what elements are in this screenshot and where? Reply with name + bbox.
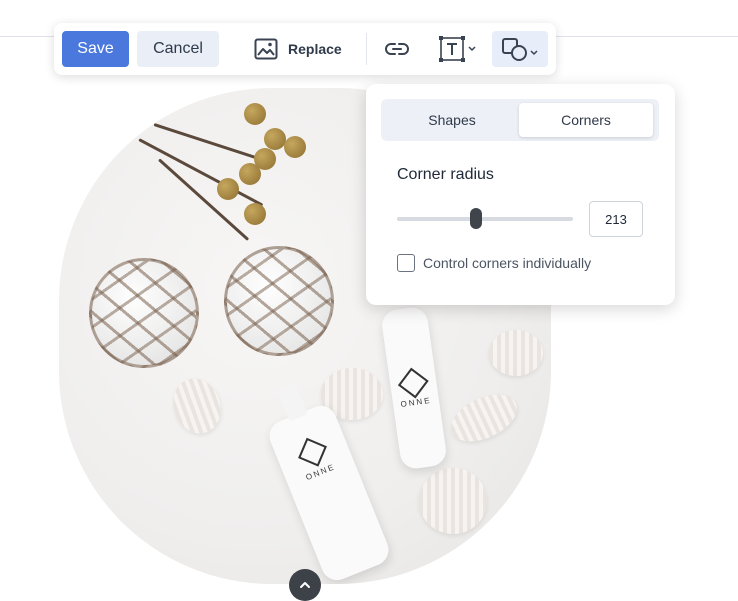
dried-bud <box>217 178 239 200</box>
control-corners-label: Control corners individually <box>423 255 592 271</box>
shape-mode-tabs: Shapes Corners <box>381 99 659 141</box>
chevron-up-icon <box>300 582 310 588</box>
shapes-icon <box>502 38 538 61</box>
brand-logo-icon <box>298 437 327 467</box>
sea-shell <box>165 371 229 441</box>
scroll-up-button[interactable] <box>289 569 321 601</box>
replace-label: Replace <box>288 41 342 57</box>
dried-bud <box>244 203 266 225</box>
link-button[interactable] <box>382 31 412 67</box>
dried-bud <box>284 136 306 158</box>
dried-bud <box>239 163 261 185</box>
dried-bud <box>244 103 266 125</box>
bottle-brand-text: ONNE <box>399 395 433 409</box>
bottle-cap <box>276 382 308 422</box>
replace-image-button[interactable]: Replace <box>254 31 342 67</box>
product-bottle: ONNE <box>264 382 394 584</box>
corner-radius-slider-thumb[interactable] <box>470 208 482 229</box>
image-toolbar: Save Cancel Replace <box>54 23 556 75</box>
glass-float-ball <box>89 258 199 368</box>
dried-bud <box>264 128 286 150</box>
glass-float-ball <box>224 246 334 356</box>
corner-radius-input[interactable]: 213 <box>589 201 643 237</box>
toolbar-divider <box>366 33 367 65</box>
sea-shell <box>489 330 543 376</box>
tab-corners[interactable]: Corners <box>519 103 653 137</box>
image-icon <box>254 38 278 60</box>
product-bottle: ONNE <box>380 305 448 471</box>
corner-radius-label: Corner radius <box>397 166 494 183</box>
shape-settings-popover: Shapes Corners Corner radius 213 Control… <box>366 84 675 305</box>
control-corners-checkbox[interactable] <box>397 254 415 272</box>
tab-shapes[interactable]: Shapes <box>385 103 519 137</box>
dried-stem <box>157 158 250 241</box>
sea-shell <box>443 385 525 451</box>
corner-radius-slider-track[interactable] <box>397 217 573 221</box>
save-button[interactable]: Save <box>62 31 129 67</box>
brand-logo-icon <box>397 367 429 399</box>
shape-options-button[interactable] <box>492 31 548 67</box>
sea-shell <box>419 468 487 534</box>
cancel-button[interactable]: Cancel <box>137 31 219 67</box>
text-box-icon <box>439 36 476 62</box>
text-overlay-button[interactable] <box>436 31 480 67</box>
link-icon <box>385 43 409 55</box>
control-corners-option[interactable]: Control corners individually <box>397 254 591 272</box>
